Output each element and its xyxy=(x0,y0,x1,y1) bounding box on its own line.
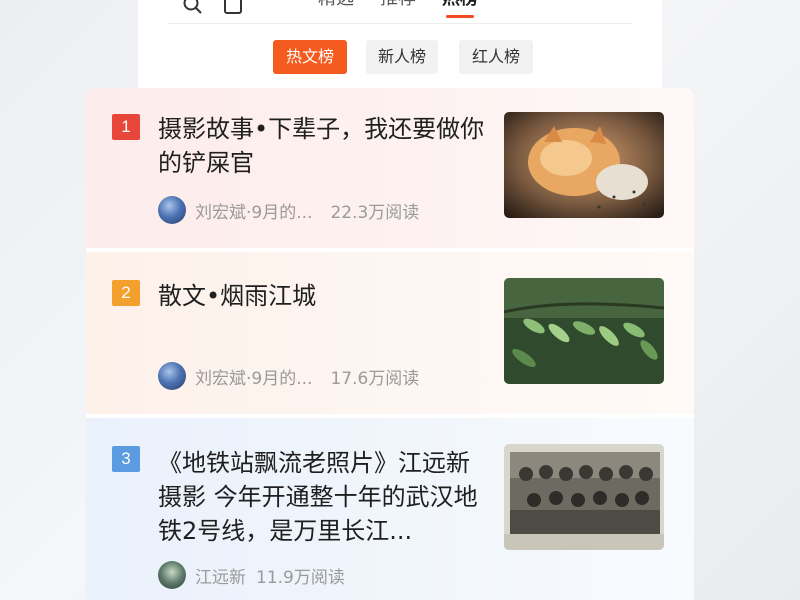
article-title[interactable]: 散文•烟雨江城 xyxy=(158,279,492,313)
author-name[interactable]: 刘宏斌·9月的... xyxy=(195,198,312,223)
author-name[interactable]: 江远新 xyxy=(195,563,246,588)
tab-featured[interactable]: 精选 xyxy=(318,0,354,10)
view-count: 17.6万阅读 xyxy=(330,368,420,389)
rank-badge: 1 xyxy=(112,114,140,140)
tab-new-authors[interactable]: 新人榜 xyxy=(366,40,438,74)
list-item[interactable]: 1 摄影故事•下辈子，我还要做你的铲屎官 刘宏斌·9月的... 22.3万阅读 xyxy=(86,88,694,248)
hot-article-list: 1 摄影故事•下辈子，我还要做你的铲屎官 刘宏斌·9月的... 22.3万阅读 xyxy=(86,88,694,600)
avatar[interactable] xyxy=(158,196,186,224)
message-icon[interactable] xyxy=(222,0,244,16)
avatar[interactable] xyxy=(158,561,186,589)
article-title[interactable]: 《地铁站飘流老照片》江远新摄影 今年开通整十年的武汉地铁2号线，是万里长江... xyxy=(158,446,492,548)
top-tab-bar: 精选 推荐 热榜 xyxy=(168,0,632,24)
rank-tab-bar: 热文榜 新人榜 红人榜 xyxy=(138,40,662,74)
article-title[interactable]: 摄影故事•下辈子，我还要做你的铲屎官 xyxy=(158,112,492,180)
active-tab-indicator xyxy=(446,15,474,18)
tab-hot-articles[interactable]: 热文榜 xyxy=(273,40,347,74)
tab-hot[interactable]: 热榜 xyxy=(442,0,478,18)
view-count: 22.3万阅读 xyxy=(330,202,420,223)
article-meta: 刘宏斌·9月的... 22.3万阅读 xyxy=(158,196,419,224)
author-name[interactable]: 刘宏斌·9月的... xyxy=(195,364,312,389)
leaves-photo[interactable] xyxy=(504,278,664,384)
search-icon[interactable] xyxy=(182,0,204,16)
cat-photo[interactable] xyxy=(504,112,664,218)
article-meta: 刘宏斌·9月的... 17.6万阅读 xyxy=(158,362,419,390)
tab-popular-authors[interactable]: 红人榜 xyxy=(459,40,533,74)
rank-header: 精选 推荐 热榜 热文榜 新人榜 红人榜 xyxy=(138,0,662,100)
list-item[interactable]: 2 散文•烟雨江城 刘宏斌·9月的... 17.6万阅读 xyxy=(86,252,694,414)
tab-hot-label: 热榜 xyxy=(442,0,478,9)
tab-recommend[interactable]: 推荐 xyxy=(380,0,416,10)
rank-badge: 3 xyxy=(112,446,140,472)
article-meta: 江远新 11.9万阅读 xyxy=(158,561,345,589)
rank-badge: 2 xyxy=(112,280,140,306)
view-count: 11.9万阅读 xyxy=(256,567,345,588)
old-group-photo[interactable] xyxy=(504,444,664,550)
list-item[interactable]: 3 《地铁站飘流老照片》江远新摄影 今年开通整十年的武汉地铁2号线，是万里长江.… xyxy=(86,418,694,600)
avatar[interactable] xyxy=(158,362,186,390)
